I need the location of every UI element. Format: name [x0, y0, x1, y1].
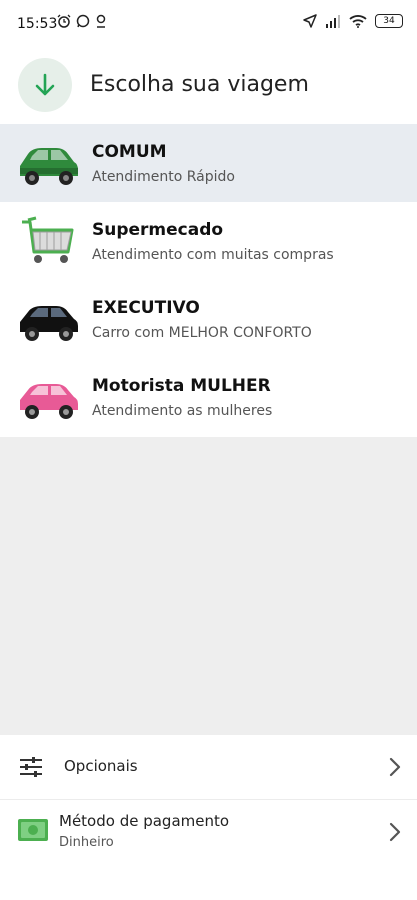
option-name: Motorista MULHER — [92, 376, 271, 396]
option-motorista-mulher[interactable]: Motorista MULHER Atendimento as mulheres — [0, 358, 417, 436]
chevron-right-icon — [389, 822, 401, 842]
collapse-button[interactable] — [18, 58, 72, 112]
option-name: COMUM — [92, 142, 167, 162]
option-description: Atendimento as mulheres — [92, 403, 273, 419]
signal-icon — [326, 14, 340, 28]
payment-method-row[interactable]: Método de pagamento Dinheiro — [0, 800, 417, 864]
option-description: Atendimento com muitas compras — [92, 247, 334, 263]
page-title: Escolha sua viagem — [90, 72, 309, 97]
option-description: Carro com MELHOR CONFORTO — [92, 325, 312, 341]
option-name: EXECUTIVO — [92, 298, 200, 318]
trip-options-list: COMUM Atendimento Rápido Supermecado Ate… — [0, 124, 417, 436]
location-pin-icon — [96, 14, 106, 28]
black-car-icon — [20, 306, 78, 341]
status-time: 15:53 — [17, 16, 58, 32]
battery-icon: 34 — [375, 14, 403, 28]
cash-icon — [18, 819, 48, 841]
payment-method-value: Dinheiro — [59, 835, 114, 850]
footer: Opcionais Método de pagamento Dinheiro — [0, 735, 417, 900]
wifi-icon — [349, 15, 367, 28]
sliders-icon — [20, 757, 42, 777]
pink-car-icon — [20, 384, 78, 419]
arrow-down-icon — [35, 73, 55, 96]
chevron-right-icon — [389, 757, 401, 777]
status-bar: 15:53 34 — [0, 0, 417, 48]
empty-area — [0, 437, 417, 735]
payment-method-label: Método de pagamento — [59, 812, 230, 830]
option-description: Atendimento Rápido — [92, 169, 235, 185]
option-executivo[interactable]: EXECUTIVO Carro com MELHOR CONFORTO — [0, 280, 417, 358]
option-comum[interactable]: COMUM Atendimento Rápido — [0, 124, 417, 202]
navigation-arrow-icon — [303, 14, 317, 28]
optionals-row[interactable]: Opcionais — [0, 735, 417, 800]
shopping-cart-icon — [22, 216, 74, 263]
alarm-icon — [57, 14, 71, 28]
whatsapp-icon — [76, 14, 90, 28]
option-supermecado[interactable]: Supermecado Atendimento com muitas compr… — [0, 202, 417, 280]
green-car-icon — [20, 148, 78, 185]
header: Escolha sua viagem — [0, 48, 417, 124]
option-name: Supermecado — [92, 220, 224, 240]
optionals-label: Opcionais — [64, 757, 138, 775]
